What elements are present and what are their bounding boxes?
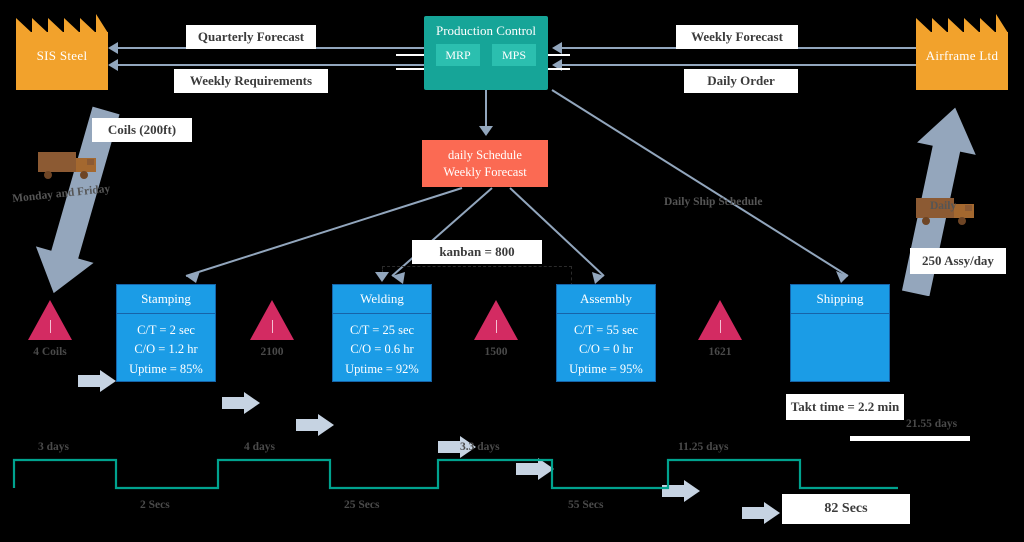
inventory-welding-label: 1500 — [484, 346, 508, 358]
inventory-welding: 1500 — [474, 300, 518, 358]
timeline-lead-4: 11.25 days — [678, 441, 729, 453]
material-arrow-1 — [78, 370, 116, 392]
inventory-assembly: 1621 — [698, 300, 742, 358]
kanban-arrowhead — [375, 272, 389, 282]
timeline-lead-1: 3 days — [38, 441, 69, 453]
process-uptime-assembly: Uptime = 95% — [569, 361, 643, 376]
timeline-process-3: 55 Secs — [568, 499, 604, 511]
process-title-assembly: Assembly — [557, 285, 655, 314]
label-inbound-material: Coils (200ft) — [92, 118, 192, 142]
label-takt-time: Takt time = 2.2 min — [786, 394, 904, 420]
inventory-assembly-label: 1621 — [708, 346, 732, 358]
label-kanban: kanban = 800 — [412, 240, 542, 264]
process-box-assembly: Assembly C/T = 55 sec C/O = 0 hr Uptime … — [556, 284, 656, 382]
timeline-lead-2: 4 days — [244, 441, 275, 453]
total-lead-time-underline — [850, 436, 970, 441]
label-total-process-time: 82 Secs — [782, 494, 910, 524]
process-box-welding: Welding C/T = 25 sec C/O = 0.6 hr Uptime… — [332, 284, 432, 382]
material-arrow-2 — [222, 392, 260, 414]
process-box-stamping: Stamping C/T = 2 sec C/O = 1.2 hr Uptime… — [116, 284, 216, 382]
kanban-dashed-line — [382, 266, 572, 267]
label-outbound-frequency: Daily — [930, 200, 957, 212]
timeline-process-1: 2 Secs — [140, 499, 170, 511]
inventory-stamping-label: 2100 — [260, 346, 284, 358]
process-co-stamping: C/O = 1.2 hr — [134, 342, 198, 357]
material-arrow-3 — [296, 414, 334, 436]
process-uptime-stamping: Uptime = 85% — [129, 361, 203, 376]
label-total-lead-time: 21.55 days — [906, 418, 958, 430]
timeline-lead-3: 3.3 days — [460, 441, 500, 453]
process-ct-welding: C/T = 25 sec — [349, 323, 415, 337]
process-ct-stamping: C/T = 2 sec — [137, 323, 195, 337]
process-box-shipping: Shipping — [790, 284, 890, 382]
process-uptime-welding: Uptime = 92% — [345, 361, 419, 376]
inventory-coils: 4 Coils — [28, 300, 72, 358]
kanban-dashed-down-right — [571, 266, 572, 286]
timeline-process-2: 25 Secs — [344, 499, 380, 511]
inventory-stamping: 2100 — [250, 300, 294, 358]
process-ct-assembly: C/T = 55 sec — [573, 323, 639, 337]
inbound-truck-icon — [38, 150, 100, 180]
inventory-coils-label: 4 Coils — [33, 346, 67, 358]
process-title-shipping: Shipping — [791, 285, 889, 314]
process-co-assembly: C/O = 0 hr — [579, 342, 633, 357]
value-stream-map-canvas: SIS Steel Airframe Ltd Production Contro… — [0, 0, 1024, 542]
label-daily-ship-schedule: Daily Ship Schedule — [664, 196, 763, 208]
label-outbound-rate: 250 Assy/day — [910, 248, 1006, 274]
process-co-welding: C/O = 0.6 hr — [350, 342, 414, 357]
process-title-stamping: Stamping — [117, 285, 215, 314]
process-title-welding: Welding — [333, 285, 431, 314]
